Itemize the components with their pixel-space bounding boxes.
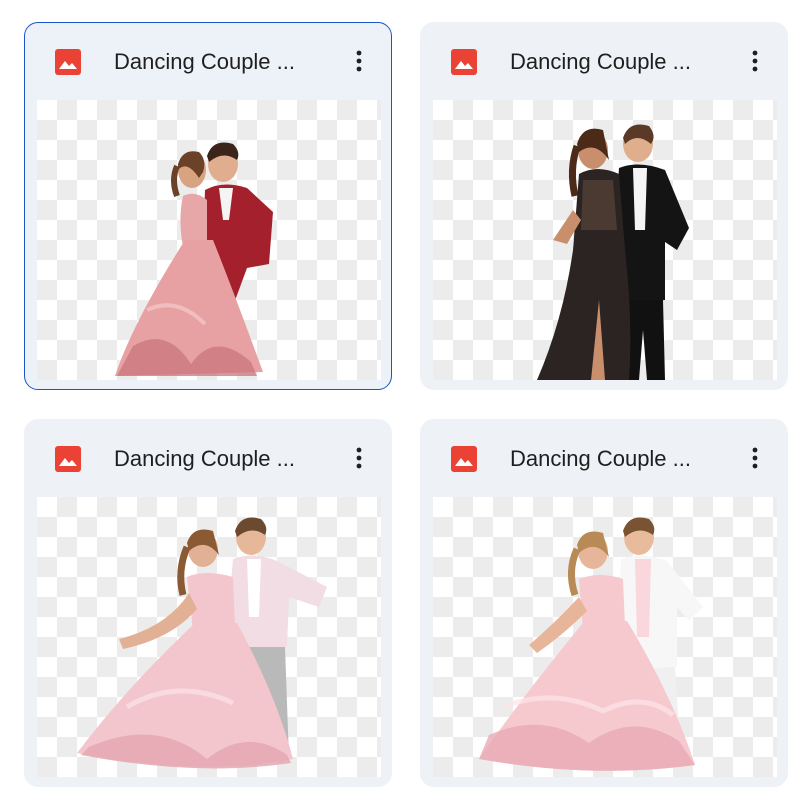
file-title: Dancing Couple ... [510, 446, 691, 471]
more-vert-icon [356, 447, 362, 469]
dancing-couple-illustration [77, 517, 327, 769]
more-vert-icon [752, 447, 758, 469]
more-options-button[interactable] [341, 43, 377, 79]
image-icon [55, 446, 81, 472]
file-thumbnail[interactable] [37, 497, 381, 777]
more-vert-icon [356, 50, 362, 72]
dancing-couple-illustration [479, 517, 703, 771]
file-card-header: Dancing Couple ... [25, 420, 391, 496]
file-card[interactable]: Dancing Couple ... [24, 419, 392, 787]
file-card-header: Dancing Couple ... [421, 420, 787, 496]
file-card-header: Dancing Couple ... [421, 23, 787, 99]
file-title: Dancing Couple ... [510, 49, 691, 74]
file-card[interactable]: Dancing Couple ... [420, 22, 788, 390]
file-thumbnail[interactable] [37, 100, 381, 380]
file-title: Dancing Couple ... [114, 446, 295, 471]
dancing-couple-illustration [115, 142, 273, 376]
image-icon [451, 49, 477, 75]
more-options-button[interactable] [341, 440, 377, 476]
file-grid: Dancing Couple ... Dancing Couple ... Da… [0, 0, 812, 790]
more-vert-icon [752, 50, 758, 72]
image-icon [451, 446, 477, 472]
more-options-button[interactable] [737, 43, 773, 79]
file-card[interactable]: Dancing Couple ... [24, 22, 392, 390]
dancing-couple-illustration [537, 124, 689, 380]
file-thumbnail[interactable] [433, 100, 777, 380]
image-icon [55, 49, 81, 75]
more-options-button[interactable] [737, 440, 773, 476]
file-title: Dancing Couple ... [114, 49, 295, 74]
file-thumbnail[interactable] [433, 497, 777, 777]
file-card-header: Dancing Couple ... [25, 23, 391, 99]
file-card[interactable]: Dancing Couple ... [420, 419, 788, 787]
